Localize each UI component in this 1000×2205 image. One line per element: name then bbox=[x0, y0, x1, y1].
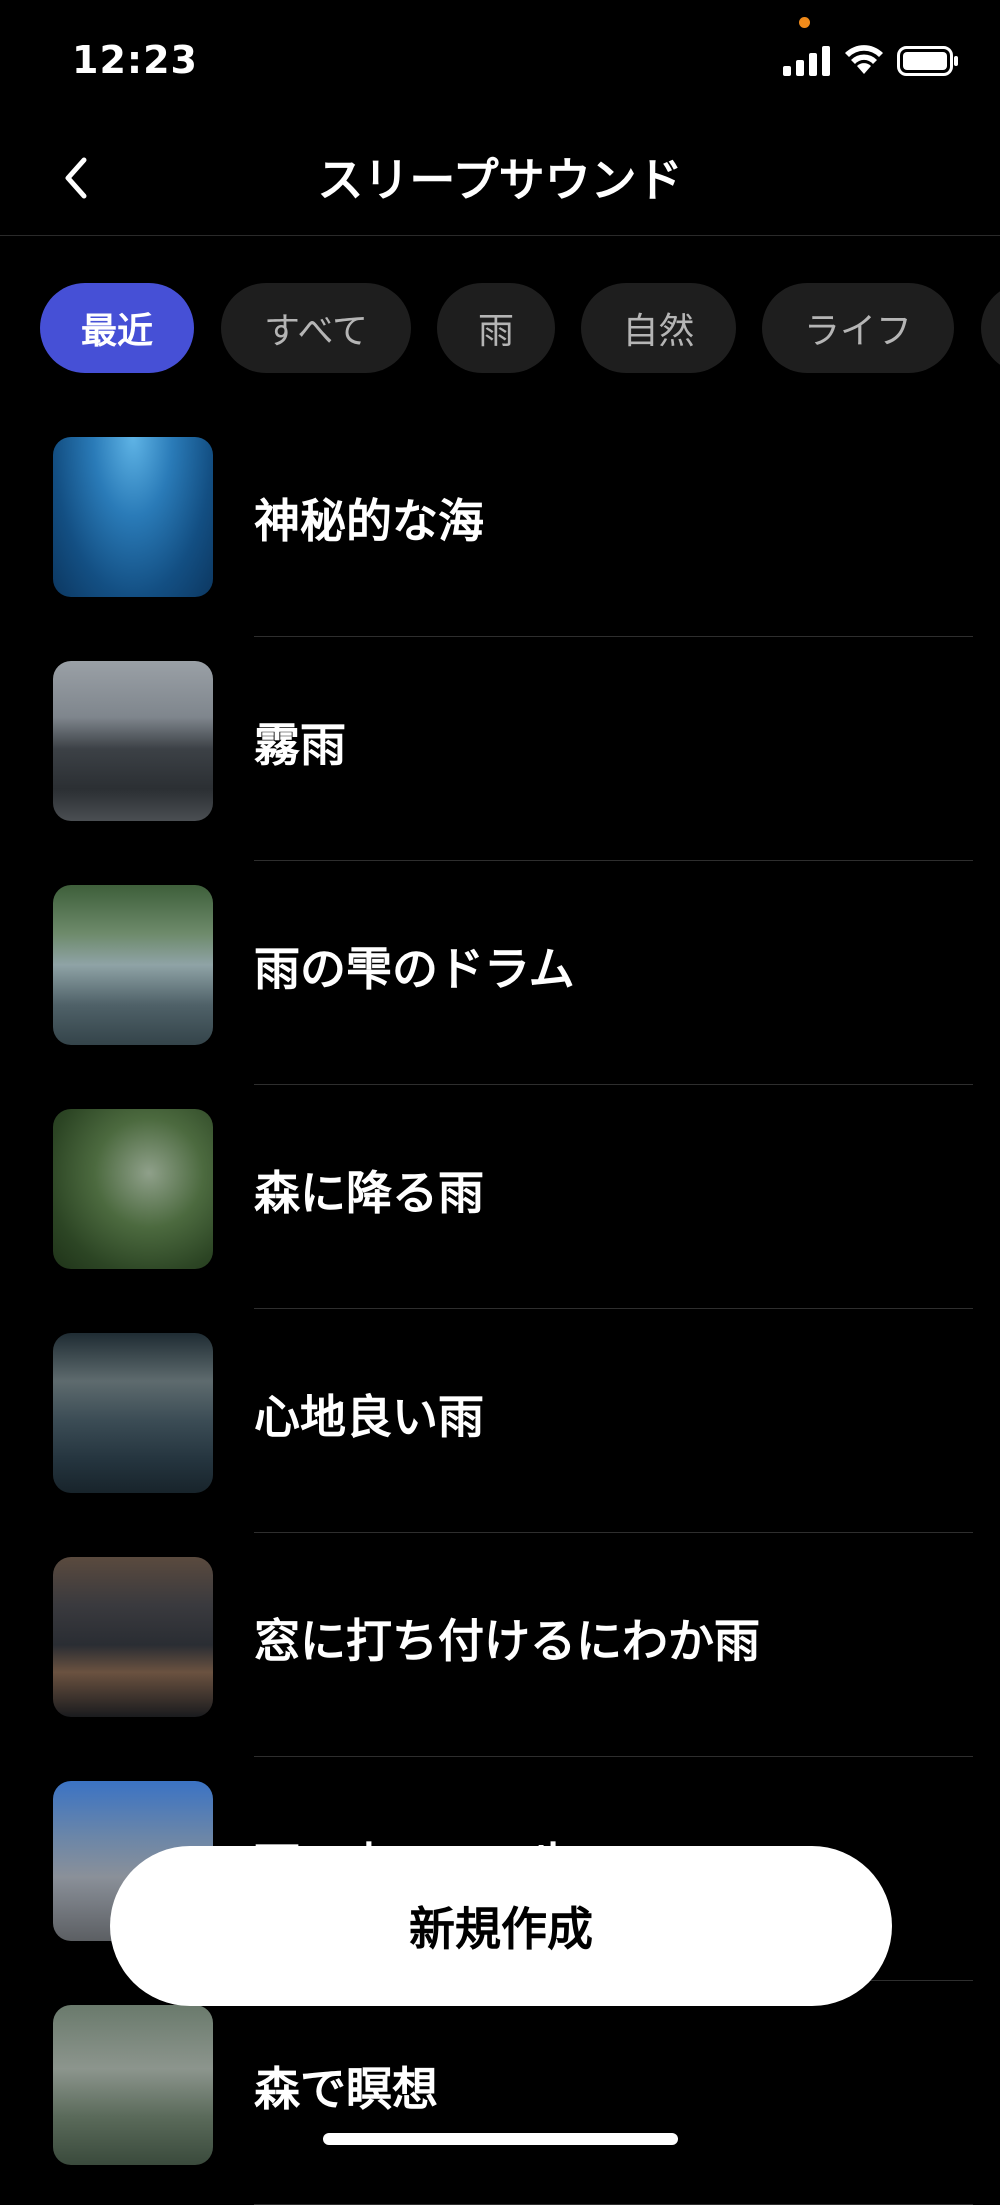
sound-title: 心地良い雨 bbox=[254, 1390, 484, 1444]
sound-thumbnail bbox=[53, 2005, 213, 2165]
sound-thumbnail bbox=[53, 437, 213, 597]
sound-thumbnail bbox=[53, 1109, 213, 1269]
sound-thumbnail bbox=[53, 885, 213, 1045]
sound-thumbnail bbox=[53, 661, 213, 821]
chip-rain[interactable]: 雨 bbox=[437, 283, 555, 373]
chip-life[interactable]: ライフ bbox=[762, 283, 954, 373]
category-chips: 最近 すべて 雨 自然 ライフ bbox=[0, 283, 1000, 373]
sound-title: 神秘的な海 bbox=[254, 494, 484, 548]
list-item[interactable]: 雨の雫のドラム bbox=[0, 861, 1000, 1085]
create-new-button[interactable]: 新規作成 bbox=[110, 1846, 892, 2006]
chip-more[interactable] bbox=[981, 283, 1000, 373]
sound-thumbnail bbox=[53, 1333, 213, 1493]
cellular-signal-icon bbox=[783, 46, 830, 76]
battery-icon bbox=[897, 46, 958, 76]
wifi-icon bbox=[845, 45, 883, 74]
chip-recent[interactable]: 最近 bbox=[40, 283, 194, 373]
sound-title: 窓に打ち付けるにわか雨 bbox=[254, 1614, 760, 1668]
sound-title: 森で瞑想 bbox=[254, 2062, 438, 2116]
chip-all[interactable]: すべて bbox=[221, 283, 411, 373]
status-bar: 12:23 bbox=[0, 0, 1000, 120]
navigation-bar: スリープサウンド bbox=[0, 120, 1000, 236]
list-item[interactable]: 森に降る雨 bbox=[0, 1085, 1000, 1309]
sound-thumbnail bbox=[53, 1557, 213, 1717]
sound-title: 霧雨 bbox=[254, 718, 346, 772]
list-item[interactable]: 窓に打ち付けるにわか雨 bbox=[0, 1533, 1000, 1757]
page-title: スリープサウンド bbox=[317, 153, 683, 207]
list-item[interactable]: 森で瞑想 bbox=[0, 1981, 1000, 2205]
list-item[interactable]: 神秘的な海 bbox=[0, 413, 1000, 637]
chip-nature[interactable]: 自然 bbox=[581, 283, 736, 373]
status-time: 12:23 bbox=[72, 38, 198, 82]
sound-title: 森に降る雨 bbox=[254, 1166, 484, 1220]
sound-title: 雨の雫のドラム bbox=[254, 942, 575, 996]
list-item[interactable]: 心地良い雨 bbox=[0, 1309, 1000, 1533]
home-indicator[interactable] bbox=[323, 2133, 678, 2145]
list-item[interactable]: 霧雨 bbox=[0, 637, 1000, 861]
privacy-indicator-dot bbox=[799, 17, 810, 28]
